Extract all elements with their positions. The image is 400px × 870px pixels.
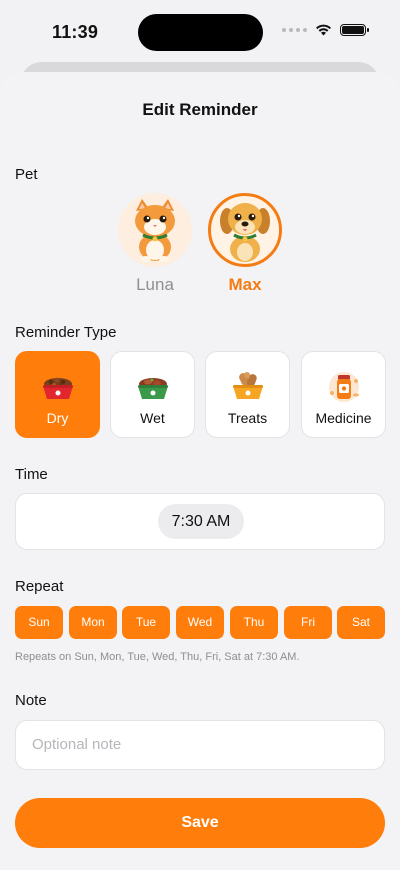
reminder-type-medicine[interactable]: Medicine (301, 351, 386, 438)
battery-icon (340, 24, 369, 36)
wet-food-bowl-icon (137, 378, 168, 399)
reminder-type-medicine-label: Medicine (315, 410, 372, 426)
pet-name-max: Max (228, 275, 262, 294)
treats-bowl-icon (232, 372, 263, 399)
note-input[interactable] (15, 720, 385, 770)
dry-food-bowl-icon (42, 377, 73, 399)
day-toggle-wed[interactable]: Wed (176, 606, 224, 639)
pet-option-luna[interactable]: Luna (115, 193, 195, 295)
wifi-icon (316, 24, 331, 36)
status-time: 11:39 (52, 22, 99, 42)
repeat-section-label: Repeat (15, 578, 64, 595)
save-button[interactable]: Save (15, 798, 385, 848)
time-picker-container: 7:30 AM (15, 493, 385, 550)
day-toggle-thu[interactable]: Thu (230, 606, 278, 639)
day-toggle-mon[interactable]: Mon (69, 606, 117, 639)
day-toggle-tue[interactable]: Tue (122, 606, 170, 639)
reminder-type-wet[interactable]: Wet (110, 351, 195, 438)
status-bar: 11:39 (0, 0, 400, 62)
reminder-type-dry-label: Dry (46, 410, 69, 426)
reminder-type-dry[interactable]: Dry (15, 351, 100, 438)
pet-option-max[interactable]: Max (205, 193, 285, 295)
dynamic-island (138, 14, 263, 51)
day-toggle-sun[interactable]: Sun (15, 606, 63, 639)
signal-icon (282, 28, 307, 32)
status-icons (282, 24, 369, 36)
reminder-type-treats-label: Treats (227, 410, 268, 426)
page-title: Edit Reminder (142, 100, 258, 119)
repeat-summary: Repeats on Sun, Mon, Tue, Wed, Thu, Fri,… (15, 651, 300, 663)
time-section-label: Time (15, 466, 48, 483)
cat-avatar-icon (118, 193, 192, 267)
reminder-type-label: Reminder Type (15, 324, 117, 341)
time-picker[interactable]: 7:30 AM (158, 504, 244, 539)
reminder-type-treats[interactable]: Treats (205, 351, 290, 438)
day-toggle-fri[interactable]: Fri (284, 606, 332, 639)
note-section-label: Note (15, 692, 47, 709)
pet-section-label: Pet (15, 166, 38, 183)
day-toggle-sat[interactable]: Sat (337, 606, 385, 639)
dog-avatar-icon (208, 193, 282, 267)
pet-name-luna: Luna (136, 275, 174, 294)
medicine-bottle-icon (328, 372, 359, 402)
reminder-type-wet-label: Wet (140, 410, 165, 426)
